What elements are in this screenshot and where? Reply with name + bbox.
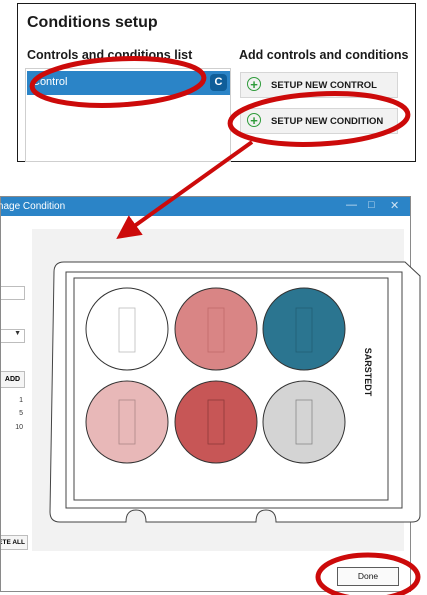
- panel-title: Conditions setup: [27, 14, 158, 31]
- plus-circle-icon: +: [247, 113, 261, 127]
- control-badge: C: [210, 74, 227, 91]
- list-value: 5: [19, 410, 23, 417]
- manage-condition-dialog: Manage Condition — □ ✕ ▼ ADD 1 5 10 DELE…: [0, 196, 411, 592]
- condition-settings-column: ▼ ADD 1 5 10 DELETE ALL: [1, 216, 29, 586]
- button-label: SETUP NEW CONTROL: [271, 80, 377, 91]
- list-value: 1: [19, 397, 23, 404]
- dialog-titlebar: Manage Condition — □ ✕: [0, 197, 410, 216]
- delete-all-button[interactable]: DELETE ALL: [1, 535, 28, 550]
- button-label: SETUP NEW CONDITION: [271, 116, 384, 127]
- plate-preview-area: [32, 229, 404, 551]
- list-item-label: Control: [32, 76, 68, 88]
- values-list[interactable]: 1 5 10: [1, 393, 27, 533]
- name-field[interactable]: [1, 286, 25, 300]
- done-button[interactable]: Done: [337, 567, 399, 586]
- add-section-title: Add controls and conditions: [239, 48, 409, 62]
- minimize-icon[interactable]: —: [346, 199, 357, 211]
- close-icon[interactable]: ✕: [390, 199, 399, 212]
- dialog-title: Manage Condition: [0, 201, 66, 212]
- list-title: Controls and conditions list: [27, 48, 193, 62]
- setup-new-control-button[interactable]: + SETUP NEW CONTROL: [240, 72, 398, 98]
- type-dropdown[interactable]: ▼: [1, 329, 25, 343]
- controls-conditions-list[interactable]: Control C: [25, 68, 231, 162]
- setup-new-condition-button[interactable]: + SETUP NEW CONDITION: [240, 108, 398, 134]
- add-button[interactable]: ADD: [1, 371, 25, 388]
- list-value: 10: [15, 424, 23, 431]
- list-item-control[interactable]: Control C: [27, 71, 230, 95]
- plus-circle-icon: +: [247, 77, 261, 91]
- chevron-down-icon: ▼: [14, 330, 21, 337]
- maximize-icon[interactable]: □: [368, 199, 375, 211]
- conditions-setup-panel: Conditions setup Controls and conditions…: [17, 3, 416, 162]
